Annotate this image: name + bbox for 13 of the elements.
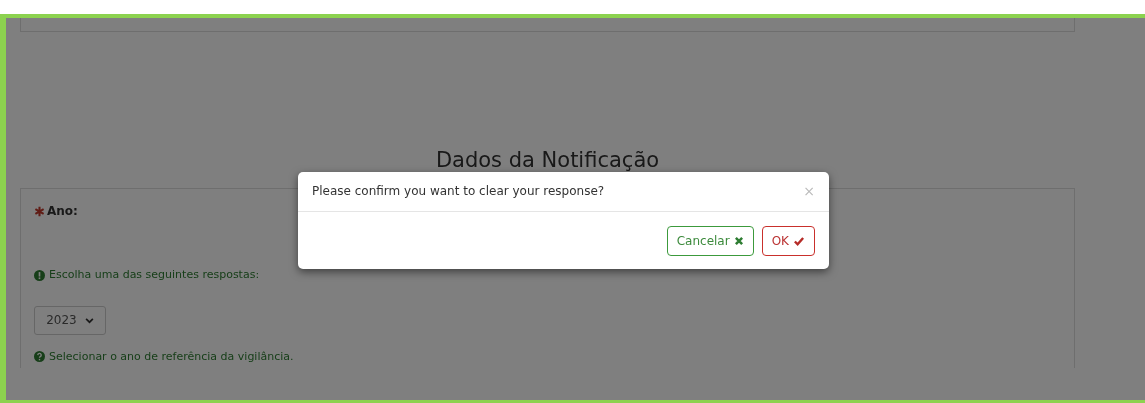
exclamation-icon bbox=[34, 269, 45, 281]
ok-button[interactable]: OK bbox=[761, 226, 815, 256]
cancel-button[interactable]: Cancelar bbox=[666, 226, 754, 256]
close-icon bbox=[733, 236, 744, 246]
question-label: Ano: bbox=[47, 203, 78, 220]
help-text: Selecionar o ano de referência da vigilância. bbox=[49, 348, 294, 365]
question-icon bbox=[34, 351, 45, 363]
section-title: Dados da Notificação bbox=[434, 147, 661, 174]
check-icon bbox=[793, 235, 805, 247]
instruction-text: Escolha uma das seguintes respostas: bbox=[49, 267, 260, 283]
dialog-message: Please confirm you want to clear your response? bbox=[312, 183, 605, 200]
year-select[interactable]: 2023 bbox=[34, 305, 106, 335]
chevron-down-icon bbox=[84, 315, 94, 325]
